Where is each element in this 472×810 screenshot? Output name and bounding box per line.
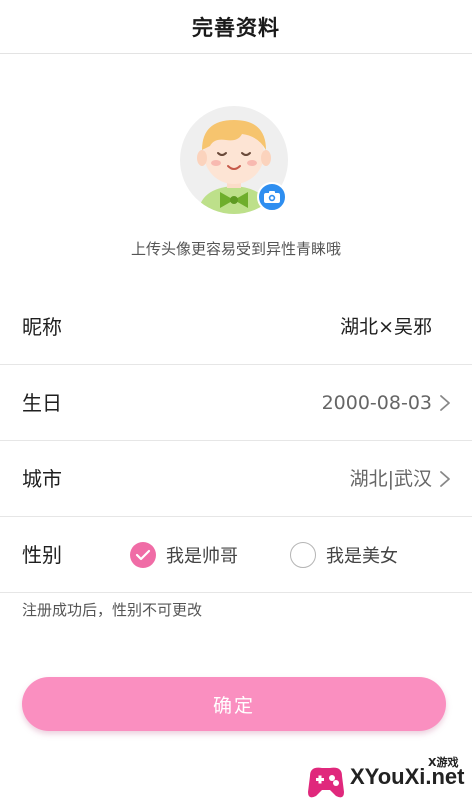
- radio-checked-icon[interactable]: [130, 542, 156, 568]
- gender-option-label: 我是帅哥: [166, 546, 238, 567]
- city-row[interactable]: 城市 湖北|武汉: [0, 441, 472, 517]
- gender-label: 性别: [22, 543, 62, 567]
- watermark-brand: XYouXi.net: [350, 764, 465, 789]
- nickname-row[interactable]: 昵称 湖北×吴邪: [0, 289, 472, 365]
- gender-option-female[interactable]: 我是美女: [290, 517, 398, 593]
- birthday-label: 生日: [22, 391, 62, 415]
- gender-row: 性别 我是帅哥 我是美女: [0, 517, 472, 593]
- birthday-value: 2000-08-03: [321, 392, 432, 414]
- radio-unchecked-icon[interactable]: [290, 542, 316, 568]
- gender-option-label: 我是美女: [326, 546, 398, 567]
- nickname-label: 昵称: [22, 315, 62, 339]
- gamepad-icon: [308, 767, 344, 798]
- page-header: 完善资料: [0, 0, 472, 54]
- camera-icon[interactable]: [257, 182, 287, 212]
- gender-option-male[interactable]: 我是帅哥: [130, 517, 238, 593]
- gender-note: 注册成功后，性别不可更改: [22, 601, 203, 619]
- chevron-right-icon: [440, 395, 450, 411]
- city-value: 湖北|武汉: [349, 468, 432, 490]
- confirm-button[interactable]: 确定: [22, 677, 446, 731]
- page-title: 完善资料: [192, 15, 280, 40]
- nickname-value[interactable]: 湖北×吴邪: [340, 289, 432, 365]
- chevron-right-icon: [440, 471, 450, 487]
- watermark-logo: X游戏 XYouXi.net: [300, 752, 470, 808]
- upload-hint: 上传头像更容易受到异性青睐哦: [130, 240, 341, 258]
- birthday-row[interactable]: 生日 2000-08-03: [0, 365, 472, 441]
- avatar-upload[interactable]: [180, 106, 288, 214]
- city-label: 城市: [22, 467, 62, 491]
